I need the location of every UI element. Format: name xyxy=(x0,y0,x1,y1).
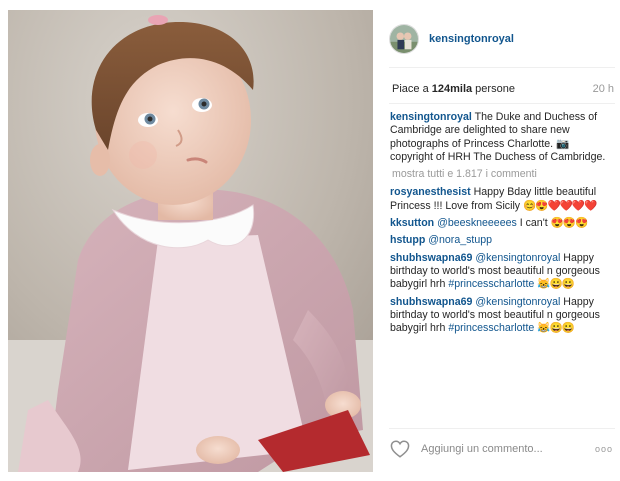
likes-suffix: persone xyxy=(472,83,515,95)
footer-divider xyxy=(389,428,615,429)
caption-username[interactable]: kensingtonroyal xyxy=(390,111,472,123)
comment-mention[interactable]: @kensingtonroyal xyxy=(475,296,560,308)
heart-icon[interactable] xyxy=(389,438,411,460)
comment-emoji: 😊😍❤️❤️❤️❤️ xyxy=(523,199,597,212)
caption: kensingtonroyal The Duke and Duchess of … xyxy=(390,111,608,164)
show-all-comments-link[interactable]: mostra tutti e 1.817 i commenti xyxy=(392,168,608,181)
likes-row: Piace a 124mila persone 20 h xyxy=(392,83,614,95)
comment-username[interactable]: hstupp xyxy=(390,234,425,246)
post-photo[interactable] xyxy=(8,10,373,472)
likes-number: 124mila xyxy=(431,83,473,95)
comment-username[interactable]: shubhswapna69 xyxy=(390,296,472,308)
instagram-embed: kensingtonroyal Piace a 124mila persone … xyxy=(0,0,620,481)
header-divider xyxy=(389,67,615,68)
comment-item: shubhswapna69 @kensingtonroyal Happy bir… xyxy=(390,296,608,336)
comments-panel: kensingtonroyal Piace a 124mila persone … xyxy=(373,10,615,472)
comment-emoji: 😍😍😍 xyxy=(550,217,589,230)
likes-count[interactable]: Piace a 124mila persone xyxy=(392,83,515,95)
comment-mention[interactable]: @kensingtonroyal xyxy=(475,252,560,264)
post-footer: Aggiungi un commento... ooo xyxy=(389,434,615,464)
comment-item: hstupp @nora_stupp xyxy=(390,234,608,247)
comment-item: shubhswapna69 @kensingtonroyal Happy bir… xyxy=(390,252,608,292)
comments-list: kensingtonroyal The Duke and Duchess of … xyxy=(390,111,608,429)
comment-item: rosyanesthesist Happy Bday little beauti… xyxy=(390,186,608,213)
toddler-photo-illustration xyxy=(8,10,373,472)
post-username[interactable]: kensingtonroyal xyxy=(429,33,514,45)
comment-emoji: 😹😀😀 xyxy=(537,322,575,335)
comment-username[interactable]: rosyanesthesist xyxy=(390,186,471,198)
comment-emoji: 😹😀😀 xyxy=(537,278,575,291)
add-comment-input[interactable]: Aggiungi un commento... xyxy=(421,443,571,455)
comment-hashtag[interactable]: #princesscharlotte xyxy=(448,322,534,334)
comment-username[interactable]: kksutton xyxy=(390,217,434,229)
comment-mention[interactable]: @nora_stupp xyxy=(428,234,492,246)
comment-item: kksutton @beeskneeeees I can't 😍😍😍 xyxy=(390,217,608,230)
comment-text: I can't xyxy=(519,217,548,230)
post-header: kensingtonroyal xyxy=(389,22,599,56)
avatar-image xyxy=(390,25,418,53)
comment-username[interactable]: shubhswapna69 xyxy=(390,252,472,264)
more-options-icon[interactable]: ooo xyxy=(595,444,613,454)
comment-hashtag[interactable]: #princesscharlotte xyxy=(448,278,534,290)
post-age: 20 h xyxy=(592,83,614,95)
comment-mention[interactable]: @beeskneeeees xyxy=(437,217,517,229)
likes-prefix: Piace a xyxy=(392,83,432,95)
profile-avatar[interactable] xyxy=(389,24,419,54)
likes-divider xyxy=(389,103,615,104)
